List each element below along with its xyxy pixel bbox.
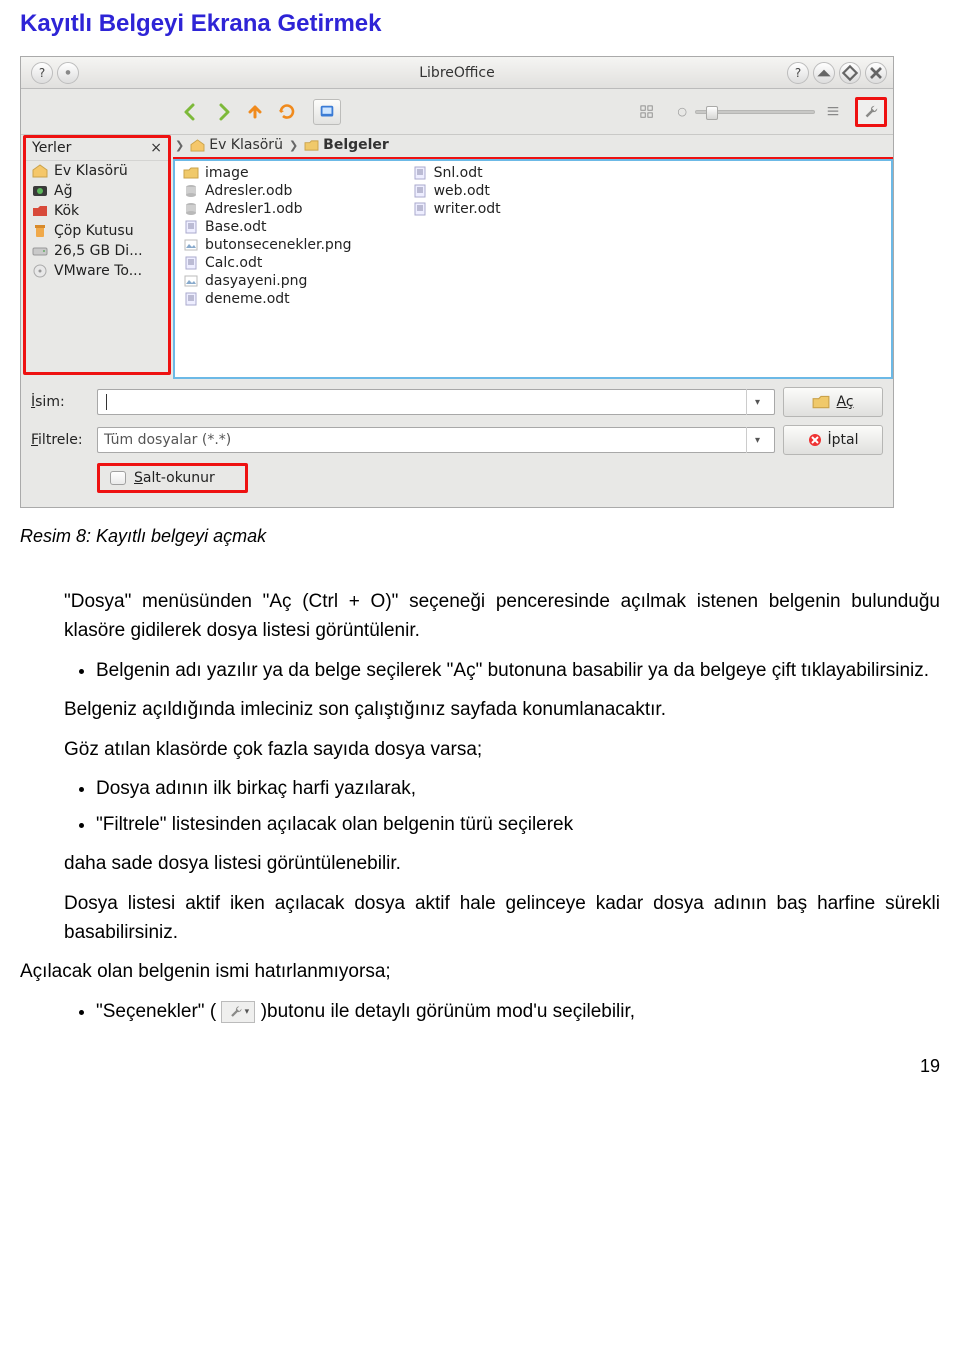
filter-select[interactable]: Tüm dosyalar (*.*) ▾ [97, 427, 775, 453]
icons-view-button[interactable] [637, 102, 657, 122]
page-number: 19 [20, 1056, 940, 1077]
place-network[interactable]: Ağ [26, 181, 168, 201]
file-item[interactable]: Base.odt [183, 219, 352, 235]
breadcrumb-home[interactable]: Ev Klasörü [190, 137, 283, 153]
wrench-icon: ▾ [221, 1001, 255, 1023]
doc-icon [183, 292, 199, 306]
minimize-button[interactable] [813, 62, 835, 84]
doc-icon [183, 220, 199, 234]
figure-caption: Resim 8: Kayıtlı belgeyi açmak [20, 526, 940, 547]
name-label: İsim: [31, 394, 89, 410]
menu-button[interactable]: ● [57, 62, 79, 84]
options-button[interactable] [855, 97, 887, 127]
titlebar: ? ● LibreOffice ? [21, 57, 893, 89]
cancel-button[interactable]: İptal [783, 425, 883, 455]
cd-icon [32, 264, 48, 278]
places-panel: Yerler × Ev Klasörü Ağ Kök Çöp Kut [23, 135, 171, 375]
back-button[interactable] [177, 99, 205, 125]
root-icon [32, 204, 48, 218]
image-icon [183, 274, 199, 288]
list-item: Belgenin adı yazılır ya da belge seçiler… [96, 656, 940, 685]
forward-button[interactable] [209, 99, 237, 125]
readonly-checkbox[interactable]: Salt-okunur [97, 463, 248, 493]
help2-button[interactable]: ? [787, 62, 809, 84]
bullet-list: Dosya adının ilk birkaç harfi yazılarak,… [20, 774, 940, 839]
list-item: "Seçenekler" ( ▾ )butonu ile detaylı gör… [96, 997, 940, 1026]
filter-label: Filtrele: [31, 432, 89, 448]
breadcrumb[interactable]: ❯ Ev Klasörü ❯ Belgeler [173, 135, 893, 159]
places-header: Yerler × [26, 138, 168, 161]
file-item[interactable]: web.odt [412, 183, 501, 199]
doc-icon [412, 166, 428, 180]
reload-button[interactable] [273, 99, 301, 125]
dialog-body: Yerler × Ev Klasörü Ağ Kök Çöp Kut [21, 135, 893, 379]
paragraph: Açılacak olan belgenin ismi hatırlanmıyo… [20, 957, 940, 986]
file-list[interactable]: image Adresler.odb Adresler1.odb Base.od… [173, 159, 893, 379]
place-cd[interactable]: VMware To... [26, 261, 168, 281]
page-heading: Kayıtlı Belgeyi Ekrana Getirmek [20, 10, 940, 38]
nav-toolbar: ○ [21, 89, 893, 135]
close-button[interactable] [865, 62, 887, 84]
server-button[interactable] [313, 99, 341, 125]
paragraph: Dosya listesi aktif iken açılacak dosya … [20, 889, 940, 948]
name-input[interactable]: ▾ [97, 389, 775, 415]
chevron-right-icon: ❯ [289, 139, 298, 152]
paragraph: Göz atılan klasörde çok fazla sayıda dos… [20, 735, 940, 764]
bullet-list: "Seçenekler" ( ▾ )butonu ile detaylı gör… [20, 997, 940, 1026]
paragraph: daha sade dosya listesi görüntülenebilir… [20, 849, 940, 878]
chevron-down-icon[interactable]: ▾ [746, 427, 768, 453]
folder-icon [183, 166, 199, 180]
file-item[interactable]: image [183, 165, 352, 181]
file-item[interactable]: writer.odt [412, 201, 501, 217]
place-trash[interactable]: Çöp Kutusu [26, 221, 168, 241]
file-item[interactable]: Calc.odt [183, 255, 352, 271]
disk-icon [32, 244, 48, 258]
place-disk[interactable]: 26,5 GB Di... [26, 241, 168, 261]
chevron-down-icon[interactable]: ▾ [746, 389, 768, 415]
maximize-button[interactable] [839, 62, 861, 84]
home-icon [32, 164, 48, 178]
db-icon [183, 202, 199, 216]
file-item[interactable]: Snl.odt [412, 165, 501, 181]
places-close-icon[interactable]: × [150, 140, 162, 156]
list-item: Dosya adının ilk birkaç harfi yazılarak, [96, 774, 940, 803]
file-panel: ❯ Ev Klasörü ❯ Belgeler image Adresler.o… [173, 135, 893, 379]
network-icon [32, 184, 48, 198]
list-item: "Filtrele" listesinden açılacak olan bel… [96, 810, 940, 839]
doc-icon [412, 184, 428, 198]
place-home[interactable]: Ev Klasörü [26, 161, 168, 181]
chevron-right-icon: ❯ [175, 139, 184, 152]
db-icon [183, 184, 199, 198]
file-item[interactable]: butonsecenekler.png [183, 237, 352, 253]
bottom-form: İsim: ▾ Aç Filtrele: Tüm dosyalar (*.*) … [21, 379, 893, 507]
zoom-slider[interactable]: ○ [677, 105, 815, 118]
paragraph: Belgeniz açıldığında imleciniz son çalış… [20, 695, 940, 724]
file-item[interactable]: Adresler1.odb [183, 201, 352, 217]
window-title: LibreOffice [419, 65, 495, 81]
places-title: Yerler [32, 140, 71, 156]
open-button[interactable]: Aç [783, 387, 883, 417]
open-file-dialog: ? ● LibreOffice ? [20, 56, 894, 508]
list-view-button[interactable] [823, 102, 843, 122]
file-item[interactable]: Adresler.odb [183, 183, 352, 199]
doc-icon [412, 202, 428, 216]
file-item[interactable]: deneme.odt [183, 291, 352, 307]
help-button[interactable]: ? [31, 62, 53, 84]
up-button[interactable] [241, 99, 269, 125]
place-root[interactable]: Kök [26, 201, 168, 221]
doc-icon [183, 256, 199, 270]
image-icon [183, 238, 199, 252]
bullet-list: Belgenin adı yazılır ya da belge seçiler… [20, 656, 940, 685]
paragraph: "Dosya" menüsünden "Aç (Ctrl + O)" seçen… [20, 587, 940, 646]
breadcrumb-current[interactable]: Belgeler [304, 137, 389, 153]
trash-icon [32, 224, 48, 238]
checkbox-icon [110, 471, 126, 485]
file-item[interactable]: dasyayeni.png [183, 273, 352, 289]
